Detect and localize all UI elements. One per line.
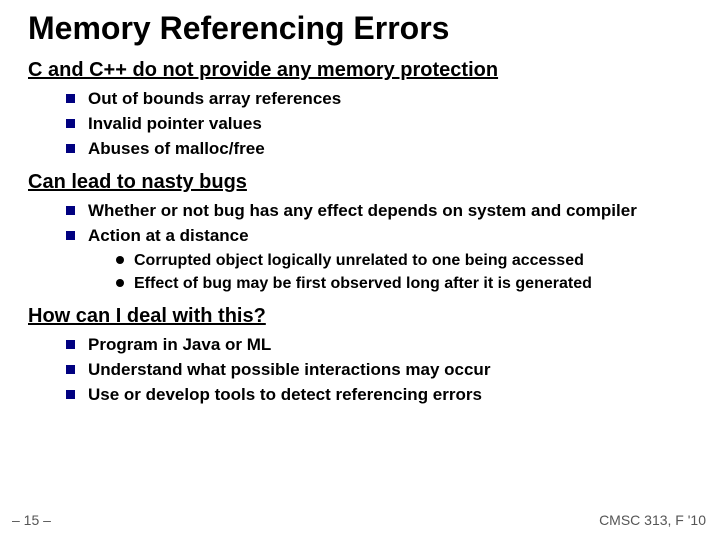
list-item: Action at a distance Corrupted object lo… [66,225,692,295]
list-item-text: Out of bounds array references [88,89,341,108]
list-item-text: Abuses of malloc/free [88,139,265,158]
section-heading-1: Can lead to nasty bugs [28,171,692,194]
list-item-text: Use or develop tools to detect referenci… [88,385,482,404]
list-item-text: Understand what possible interactions ma… [88,360,490,379]
sublist: Corrupted object logically unrelated to … [88,250,692,295]
footer-course-id: CMSC 313, F '10 [599,512,706,528]
list-item-text: Whether or not bug has any effect depend… [88,201,637,220]
list-item: Program in Java or ML [66,334,692,357]
list-item-text: Program in Java or ML [88,335,271,354]
list-subitem: Effect of bug may be first observed long… [116,273,692,295]
section-list-1: Whether or not bug has any effect depend… [28,200,692,295]
list-item: Out of bounds array references [66,88,692,111]
list-item: Whether or not bug has any effect depend… [66,200,692,223]
list-item: Use or develop tools to detect referenci… [66,384,692,407]
list-item: Abuses of malloc/free [66,138,692,161]
section-list-2: Program in Java or ML Understand what po… [28,334,692,407]
section-heading-2: How can I deal with this? [28,305,692,328]
list-subitem: Corrupted object logically unrelated to … [116,250,692,272]
footer-page-number: – 15 – [12,512,51,528]
section-list-0: Out of bounds array references Invalid p… [28,88,692,161]
list-item: Invalid pointer values [66,113,692,136]
slide-title: Memory Referencing Errors [28,10,692,47]
list-item-text: Invalid pointer values [88,114,262,133]
slide-body: Memory Referencing Errors C and C++ do n… [0,0,720,407]
section-heading-0: C and C++ do not provide any memory prot… [28,59,692,82]
list-item: Understand what possible interactions ma… [66,359,692,382]
list-item-text: Action at a distance [88,226,249,245]
